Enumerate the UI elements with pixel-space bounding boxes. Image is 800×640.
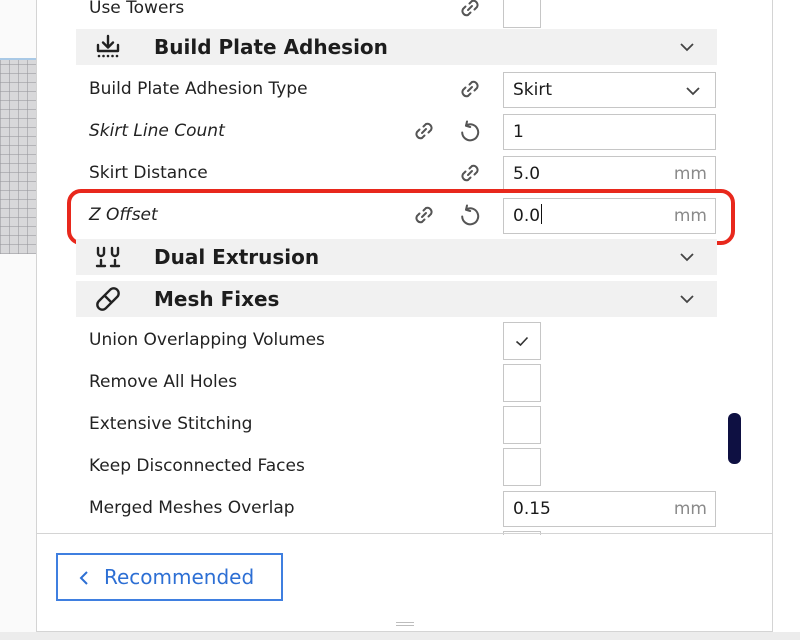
select-value: Skirt (513, 80, 553, 100)
checkmark-icon (515, 336, 529, 347)
input-value: 1 (513, 122, 524, 142)
merged-overlap-input[interactable]: 0.15 mm (503, 491, 716, 527)
reset-icon[interactable] (457, 118, 483, 144)
setting-row-merged-overlap: Merged Meshes Overlap 0.15 mm (76, 487, 717, 529)
setting-row-keep-disconnected: Keep Disconnected Faces (76, 445, 717, 487)
extensive-stitching-checkbox[interactable] (503, 406, 541, 444)
union-overlapping-checkbox[interactable] (503, 322, 541, 360)
setting-row-skirt-distance: Skirt Distance 5.0 mm (76, 152, 717, 194)
setting-row-union-overlapping: Union Overlapping Volumes (76, 319, 717, 361)
adhesion-type-select[interactable]: Skirt (503, 72, 716, 108)
viewport[interactable] (0, 0, 36, 640)
setting-label: Remove All Holes (89, 372, 238, 392)
link-icon[interactable] (457, 0, 483, 21)
setting-label: Extensive Stitching (89, 414, 253, 434)
unit-label: mm (673, 164, 707, 184)
skirt-line-count-input[interactable]: 1 (503, 114, 716, 150)
setting-label: Skirt Line Count (89, 121, 225, 141)
link-icon[interactable] (457, 160, 483, 186)
category-build-plate-adhesion[interactable]: Build Plate Adhesion (76, 29, 717, 65)
input-value: 0.15 (513, 499, 551, 519)
setting-row-skirt-line-count: Skirt Line Count 1 (76, 110, 717, 152)
input-value: 5.0 (513, 164, 541, 184)
recommended-label: Recommended (104, 565, 255, 589)
resize-grip-icon[interactable] (396, 622, 414, 626)
setting-label: Skirt Distance (89, 163, 208, 183)
category-mesh-fixes[interactable]: Mesh Fixes (76, 281, 717, 317)
setting-row-remove-holes: Remove All Holes (76, 361, 717, 403)
recommended-button[interactable]: Recommended (56, 553, 283, 601)
bandage-icon (96, 287, 120, 311)
category-dual-extrusion[interactable]: Dual Extrusion (76, 239, 717, 275)
category-title: Build Plate Adhesion (154, 35, 388, 59)
dual-extrusion-icon (95, 246, 121, 268)
unit-label: mm (673, 499, 707, 519)
skirt-distance-input[interactable]: 5.0 mm (503, 156, 716, 192)
scrollbar-thumb[interactable] (728, 413, 741, 464)
link-icon[interactable] (457, 76, 483, 102)
remove-holes-checkbox[interactable] (503, 364, 541, 402)
highlight-annotation (67, 189, 735, 245)
build-plate (0, 58, 36, 254)
setting-row-extensive-stitching: Extensive Stitching (76, 403, 717, 445)
link-icon[interactable] (411, 118, 437, 144)
chevron-left-icon (79, 571, 88, 585)
setting-label: Merged Meshes Overlap (89, 498, 295, 518)
chevron-down-icon (686, 87, 700, 96)
setting-label: Build Plate Adhesion Type (89, 79, 308, 99)
chevron-down-icon[interactable] (679, 250, 695, 264)
use-towers-checkbox[interactable] (503, 0, 541, 28)
keep-disconnected-checkbox[interactable] (503, 448, 541, 486)
category-title: Dual Extrusion (154, 245, 320, 269)
setting-label: Keep Disconnected Faces (89, 456, 305, 476)
setting-label: Use Towers (89, 0, 185, 18)
setting-label: Union Overlapping Volumes (89, 330, 325, 350)
category-title: Mesh Fixes (154, 287, 280, 311)
setting-row-use-towers: Use Towers (76, 0, 717, 29)
window-bottom-edge (0, 632, 800, 640)
chevron-down-icon[interactable] (679, 292, 695, 306)
chevron-down-icon[interactable] (679, 40, 695, 54)
adhesion-icon (96, 34, 120, 58)
footer-divider (36, 533, 773, 534)
setting-row-adhesion-type: Build Plate Adhesion Type Skirt (76, 68, 717, 110)
